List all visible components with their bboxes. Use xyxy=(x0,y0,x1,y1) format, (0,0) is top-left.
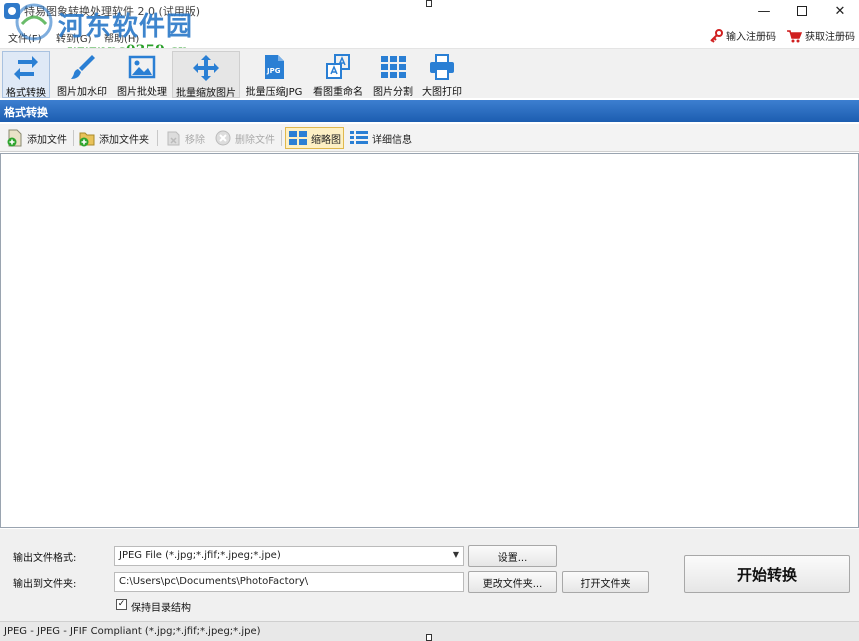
output-settings-panel: 输出文件格式: JPEG File (*.jpg;*.jfif;*.jpeg;*… xyxy=(0,529,859,621)
cart-icon xyxy=(787,29,802,42)
tool-rename[interactable]: 看图重命名 xyxy=(310,51,366,98)
window-marker xyxy=(426,634,432,641)
tool-label: 图片分割 xyxy=(373,87,413,98)
separator xyxy=(281,130,282,146)
buy-link[interactable]: 获取注册码 xyxy=(786,28,855,43)
open-folder-button[interactable]: 打开文件夹 xyxy=(562,571,649,593)
details-label: 详细信息 xyxy=(372,134,412,146)
image-icon xyxy=(127,53,157,81)
minimize-button[interactable]: — xyxy=(745,0,783,22)
tool-format-convert[interactable]: 格式转换 xyxy=(2,51,50,99)
separator xyxy=(157,130,158,146)
printer-icon xyxy=(427,53,457,81)
format-select[interactable]: JPEG File (*.jpg;*.jfif;*.jpeg;*.jpe) ▼ xyxy=(114,546,464,566)
start-convert-button[interactable]: 开始转换 xyxy=(684,555,850,593)
remove-icon xyxy=(167,131,180,146)
delete-icon xyxy=(215,130,231,146)
add-file-icon xyxy=(7,129,22,147)
window-marker xyxy=(426,0,432,7)
jpg-badge-text: JPG xyxy=(266,67,281,75)
maximize-icon xyxy=(797,6,807,16)
thumbnail-icon xyxy=(289,131,307,145)
tool-resize[interactable]: 批量缩放图片 xyxy=(172,51,240,99)
rename-icon xyxy=(323,53,353,81)
thumbnail-view-button[interactable]: 缩略图 xyxy=(285,127,344,149)
tool-split[interactable]: 图片分割 xyxy=(370,51,416,98)
tool-label: 批量缩放图片 xyxy=(176,88,236,99)
tool-label: 图片加水印 xyxy=(57,87,107,98)
change-folder-button[interactable]: 更改文件夹... xyxy=(468,571,557,593)
add-folder-label: 添加文件夹 xyxy=(99,134,149,146)
tool-batch[interactable]: 图片批处理 xyxy=(114,51,170,98)
watermark-logo xyxy=(15,3,53,41)
move-arrows-icon xyxy=(191,54,221,82)
remove-label: 移除 xyxy=(185,134,205,146)
details-view-button[interactable]: 详细信息 xyxy=(347,127,414,149)
tool-label: 批量压缩JPG xyxy=(245,87,303,98)
file-toolbar: 添加文件 添加文件夹 移除 删除文件 缩略图 详细信息 xyxy=(0,124,859,152)
keep-structure-label: 保持目录结构 xyxy=(131,603,191,614)
grid-icon xyxy=(378,53,408,81)
output-folder-label: 输出到文件夹: xyxy=(13,579,77,590)
section-title: 格式转换 xyxy=(0,100,859,122)
main-toolbar: 格式转换 图片加水印 图片批处理 批量缩放图片 JPG 批量压缩JPG 看图重命… xyxy=(0,48,859,99)
watermark-title: 河东软件园 xyxy=(58,12,194,42)
delete-file-label: 删除文件 xyxy=(235,134,275,146)
register-label: 输入注册码 xyxy=(726,32,776,43)
format-label: 输出文件格式: xyxy=(13,553,77,564)
register-link[interactable]: 输入注册码 xyxy=(709,28,776,43)
add-file-label: 添加文件 xyxy=(27,134,67,146)
tool-label: 格式转换 xyxy=(6,88,46,99)
buy-label: 获取注册码 xyxy=(805,32,855,43)
maximize-button[interactable] xyxy=(783,0,821,22)
add-folder-icon xyxy=(79,132,95,147)
add-file-button[interactable]: 添加文件 xyxy=(4,127,69,149)
close-button[interactable]: ✕ xyxy=(821,0,859,22)
convert-icon xyxy=(11,54,41,82)
separator xyxy=(73,130,74,146)
delete-file-button[interactable]: 删除文件 xyxy=(212,127,277,149)
keep-structure-checkbox[interactable]: ✓ xyxy=(116,599,127,610)
brush-icon xyxy=(67,53,97,81)
tool-watermark[interactable]: 图片加水印 xyxy=(54,51,110,98)
remove-button[interactable]: 移除 xyxy=(162,127,207,149)
key-icon xyxy=(710,28,723,43)
tool-label: 图片批处理 xyxy=(117,87,167,98)
add-folder-button[interactable]: 添加文件夹 xyxy=(76,127,151,149)
output-folder-field[interactable]: C:\Users\pc\Documents\PhotoFactory\ xyxy=(114,572,464,592)
thumbnail-label: 缩略图 xyxy=(311,134,341,146)
settings-button[interactable]: 设置... xyxy=(468,545,557,567)
tool-print[interactable]: 大图打印 xyxy=(418,51,466,98)
details-list-icon xyxy=(350,131,368,144)
tool-compress-jpg[interactable]: JPG 批量压缩JPG xyxy=(242,51,306,98)
tool-label: 看图重命名 xyxy=(313,87,363,98)
dropdown-arrow-icon: ▼ xyxy=(452,550,459,559)
jpg-file-icon: JPG xyxy=(259,53,289,81)
file-list-area[interactable] xyxy=(0,153,859,528)
tool-label: 大图打印 xyxy=(422,87,462,98)
format-value: JPEG File (*.jpg;*.jfif;*.jpeg;*.jpe) xyxy=(119,550,281,561)
